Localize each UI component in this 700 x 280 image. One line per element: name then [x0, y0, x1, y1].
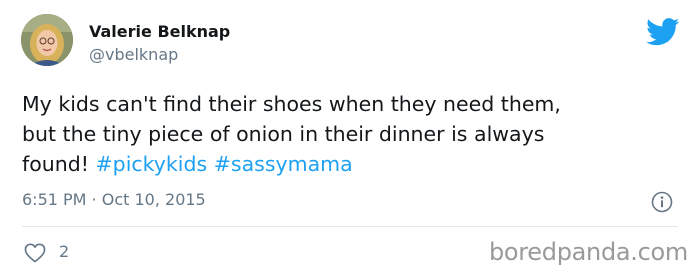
user-handle[interactable]: @vbelknap	[89, 45, 178, 65]
tweet-text-fragment: found!	[22, 152, 96, 176]
tweet-timestamp[interactable]: 6:51 PM · Oct 10, 2015	[22, 189, 206, 211]
like-count: 2	[59, 242, 70, 261]
hashtag-link[interactable]: #sassymama	[214, 152, 353, 176]
avatar[interactable]	[21, 14, 73, 66]
display-name[interactable]: Valerie Belknap	[89, 22, 230, 42]
twitter-bird-icon[interactable]	[646, 18, 680, 46]
info-icon[interactable]	[651, 191, 673, 213]
tweet-text: My kids can't find their shoes when they…	[22, 89, 692, 179]
heart-icon[interactable]	[24, 243, 46, 263]
tweet-text-line: My kids can't find their shoes when they…	[22, 92, 561, 116]
tweet-text-line: but the tiny piece of onion in their din…	[22, 122, 545, 146]
hashtag-link[interactable]: #pickykids	[96, 152, 208, 176]
watermark: boredpanda.com	[488, 238, 688, 266]
tweet-text-line: found! #pickykids #sassymama	[22, 149, 692, 179]
divider	[22, 226, 678, 227]
